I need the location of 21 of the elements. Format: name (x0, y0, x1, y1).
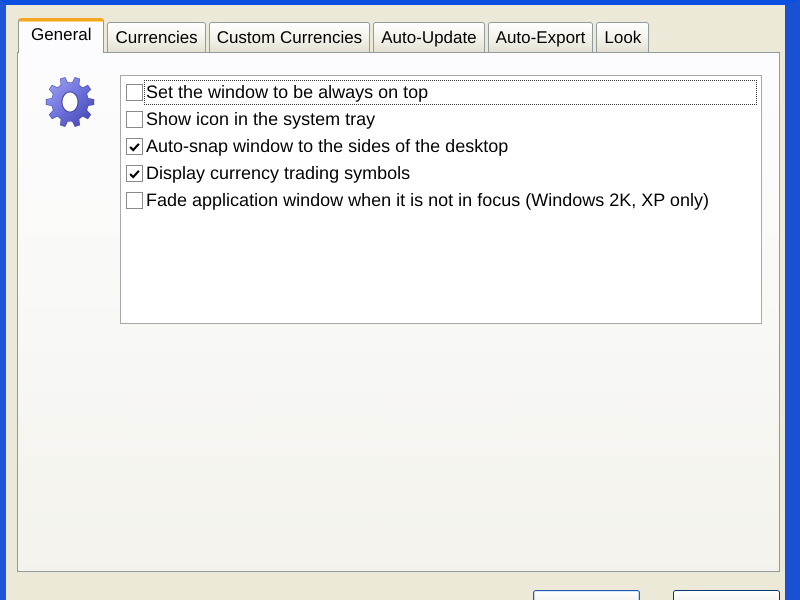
checkbox[interactable] (126, 165, 143, 182)
tab[interactable]: Auto-Update (373, 22, 485, 52)
checkbox[interactable] (126, 84, 143, 101)
gear-icon (45, 75, 95, 129)
dialog-button[interactable] (673, 590, 780, 600)
tab[interactable]: Currencies (107, 22, 206, 52)
option-label[interactable]: Show icon in the system tray (144, 107, 378, 132)
tab[interactable]: Custom Currencies (208, 22, 370, 52)
checkmark-icon (129, 168, 140, 178)
option-label[interactable]: Display currency trading symbols (144, 161, 412, 186)
checkbox[interactable] (126, 138, 143, 155)
tab[interactable]: Look (596, 22, 650, 52)
checkbox[interactable] (126, 111, 143, 128)
option-label[interactable]: Set the window to be always on top (144, 80, 757, 105)
dialog-button[interactable] (533, 590, 640, 600)
checkbox[interactable] (126, 192, 143, 209)
tab[interactable]: General (18, 18, 104, 53)
tab[interactable]: Auto-Export (488, 22, 594, 52)
option-label[interactable]: Auto-snap window to the sides of the desktop (144, 134, 510, 159)
checkmark-icon (129, 142, 140, 152)
option-label[interactable]: Fade application window when it is not in focus (Windows 2K, XP only) (144, 188, 711, 213)
